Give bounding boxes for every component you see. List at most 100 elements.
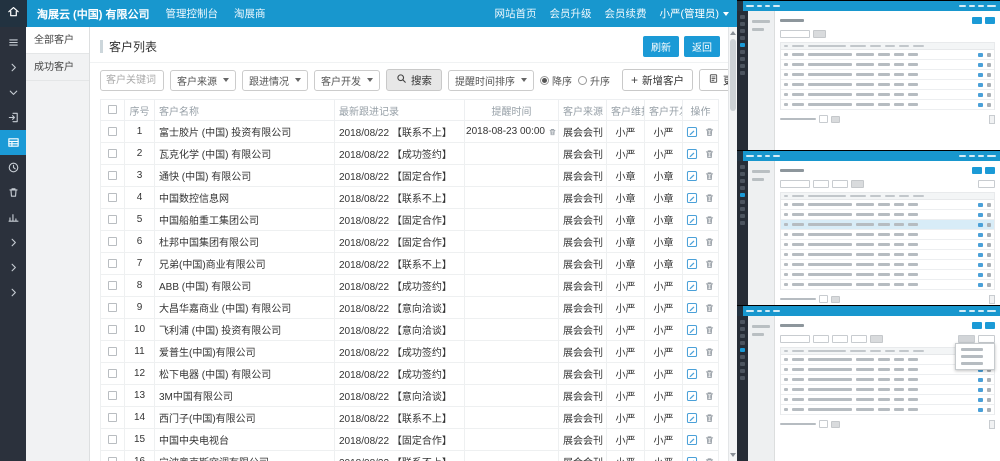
scroll-down-arrow-icon[interactable] — [730, 453, 736, 457]
row-checkbox[interactable] — [108, 237, 117, 246]
developer-cell: 小严 — [645, 451, 683, 461]
edit-icon[interactable] — [686, 368, 698, 380]
row-checkbox[interactable] — [108, 457, 117, 461]
source-select[interactable]: 客户来源 — [170, 70, 236, 91]
delete-icon[interactable] — [704, 280, 715, 292]
topnav-taozhan-merchant[interactable]: 淘展商 — [234, 6, 266, 21]
developer-cell: 小严 — [645, 429, 683, 451]
edit-icon[interactable] — [686, 324, 698, 336]
chevron-down-icon[interactable] — [0, 80, 26, 105]
delete-icon[interactable] — [704, 192, 715, 204]
delete-icon[interactable] — [704, 214, 715, 226]
chevron-right-icon[interactable] — [0, 280, 26, 305]
edit-icon[interactable] — [686, 258, 698, 270]
edit-icon[interactable] — [686, 302, 698, 314]
chevron-right-icon[interactable] — [0, 255, 26, 280]
delete-icon[interactable] — [704, 390, 715, 402]
row-select-cell — [101, 385, 125, 407]
sort-select[interactable]: 提醒时间排序 — [448, 70, 534, 91]
row-checkbox[interactable] — [108, 369, 117, 378]
edit-icon[interactable] — [686, 126, 698, 138]
signout-icon[interactable] — [0, 105, 26, 130]
row-checkbox[interactable] — [108, 215, 117, 224]
topnav-member-renew[interactable]: 会员续费 — [605, 6, 647, 21]
delete-icon[interactable] — [704, 368, 715, 380]
edit-icon[interactable] — [686, 456, 698, 461]
sidebar-item-2[interactable]: 成功客户 — [26, 54, 89, 81]
row-select-cell — [101, 209, 125, 231]
keyword-input[interactable] — [100, 70, 164, 91]
ops-cell — [683, 319, 719, 341]
panel-header: 客户列表 刷新 返回 — [90, 27, 728, 63]
search-button[interactable]: 搜索 — [386, 69, 442, 91]
delete-icon[interactable] — [704, 126, 715, 138]
back-button[interactable]: 返回 — [684, 36, 720, 57]
row-checkbox[interactable] — [108, 435, 117, 444]
delete-icon[interactable] — [704, 302, 715, 314]
refresh-button[interactable]: 刷新 — [643, 36, 679, 57]
mini-secondary-sidebar — [748, 161, 775, 305]
followup-select[interactable]: 跟进情况 — [242, 70, 308, 91]
row-checkbox[interactable] — [108, 391, 117, 400]
edit-icon[interactable] — [686, 214, 698, 226]
customer-name-cell: 富士胶片 (中国) 投资有限公司 — [155, 121, 335, 143]
reminder-delete-icon[interactable] — [548, 127, 557, 137]
developer-cell: 小章 — [645, 209, 683, 231]
edit-icon[interactable] — [686, 434, 698, 446]
edit-icon[interactable] — [686, 170, 698, 182]
stats-icon[interactable] — [0, 205, 26, 230]
delete-icon[interactable] — [704, 456, 715, 461]
sort-asc-radio[interactable]: 升序 — [578, 73, 610, 88]
menu-icon[interactable] — [0, 30, 26, 55]
delete-icon[interactable] — [704, 236, 715, 248]
delete-icon[interactable] — [704, 412, 715, 424]
topnav-website-home[interactable]: 网站首页 — [495, 6, 537, 21]
scroll-up-arrow-icon[interactable] — [730, 31, 736, 35]
topnav-member-upgrade[interactable]: 会员升级 — [550, 6, 592, 21]
table-icon[interactable] — [0, 130, 26, 155]
brand-company-name[interactable]: 淘展云 (中国) 有限公司 — [37, 6, 149, 22]
edit-icon[interactable] — [686, 390, 698, 402]
edit-icon[interactable] — [686, 346, 698, 358]
more-actions-button[interactable]: 更多操作 — [699, 69, 728, 91]
remind-time-cell — [465, 429, 559, 451]
delete-icon[interactable] — [704, 170, 715, 182]
chevron-right-icon[interactable] — [0, 55, 26, 80]
add-customer-button[interactable]: + 新增客户 — [622, 69, 693, 91]
row-checkbox[interactable] — [108, 325, 117, 334]
row-checkbox[interactable] — [108, 347, 117, 356]
edit-icon[interactable] — [686, 412, 698, 424]
delete-icon[interactable] — [704, 346, 715, 358]
row-checkbox[interactable] — [108, 127, 117, 136]
delete-icon[interactable] — [704, 434, 715, 446]
row-checkbox[interactable] — [108, 281, 117, 290]
topnav-admin-console[interactable]: 管理控制台 — [165, 6, 218, 21]
edit-icon[interactable] — [686, 148, 698, 160]
user-menu[interactable]: 小严(管理员) — [660, 6, 730, 21]
row-checkbox[interactable] — [108, 259, 117, 268]
row-checkbox[interactable] — [108, 171, 117, 180]
main-scrollbar[interactable] — [728, 27, 737, 461]
sort-desc-radio[interactable]: 降序 — [540, 73, 572, 88]
row-checkbox[interactable] — [108, 303, 117, 312]
row-no-cell: 11 — [125, 341, 155, 363]
mini-title-row — [780, 164, 995, 177]
delete-icon[interactable] — [704, 324, 715, 336]
sidebar-item-1[interactable]: 全部客户 — [26, 27, 89, 54]
scrollbar-thumb[interactable] — [730, 39, 736, 111]
row-checkbox[interactable] — [108, 149, 117, 158]
edit-icon[interactable] — [686, 192, 698, 204]
trash-icon[interactable] — [0, 180, 26, 205]
source-cell: 展会会刊 — [559, 253, 607, 275]
edit-icon[interactable] — [686, 236, 698, 248]
row-checkbox[interactable] — [108, 193, 117, 202]
delete-icon[interactable] — [704, 148, 715, 160]
developer-select[interactable]: 客户开发 — [314, 70, 380, 91]
edit-icon[interactable] — [686, 280, 698, 292]
row-checkbox[interactable] — [108, 413, 117, 422]
home-button[interactable] — [0, 0, 27, 27]
history-icon[interactable] — [0, 155, 26, 180]
delete-icon[interactable] — [704, 258, 715, 270]
chevron-right-icon[interactable] — [0, 230, 26, 255]
select-all-checkbox[interactable] — [108, 105, 117, 114]
